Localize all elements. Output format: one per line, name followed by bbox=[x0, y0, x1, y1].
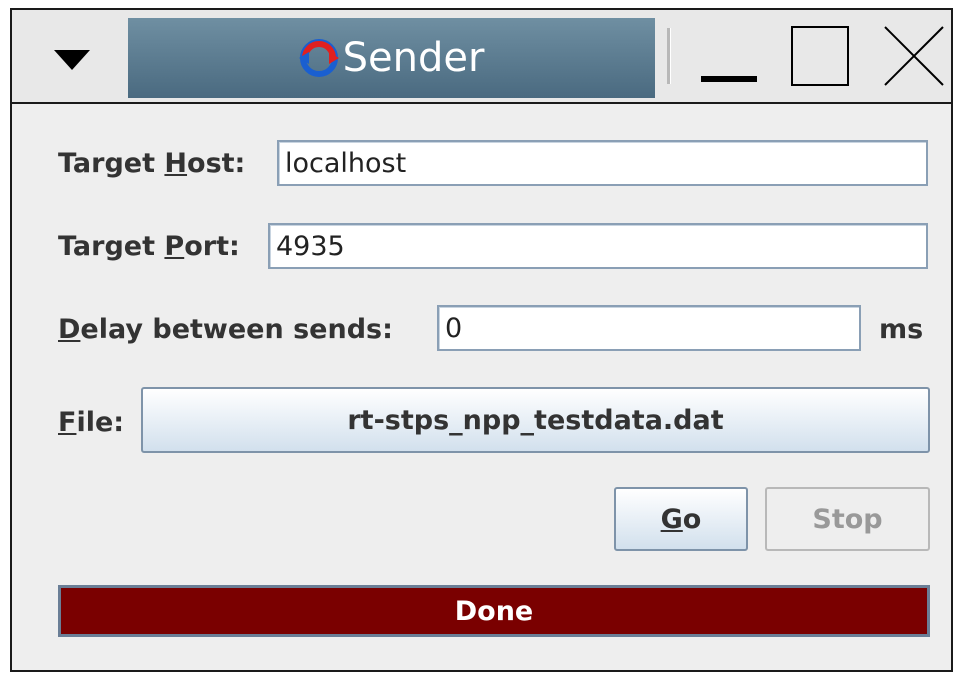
target-port-label: Target Port: bbox=[58, 231, 240, 262]
target-host-label-suffix: ost: bbox=[187, 148, 246, 179]
target-host-input[interactable]: localhost bbox=[277, 140, 928, 186]
sender-window: Sender Target Host: localhost Target Por… bbox=[10, 8, 953, 672]
stop-button[interactable]: Stop bbox=[765, 487, 930, 551]
progress-bar: Done bbox=[58, 585, 930, 637]
go-button-label-rest: o bbox=[682, 503, 702, 535]
target-host-label-mnemonic: H bbox=[164, 148, 188, 179]
delay-input[interactable]: 0 bbox=[437, 305, 861, 351]
go-button[interactable]: Go bbox=[614, 487, 748, 551]
maximize-icon[interactable] bbox=[788, 24, 852, 88]
target-host-label-prefix: Target bbox=[58, 148, 165, 179]
progress-status-text: Done bbox=[454, 595, 534, 627]
target-port-label-suffix: ort: bbox=[184, 231, 240, 262]
file-label-suffix: ile: bbox=[76, 407, 125, 438]
target-port-input[interactable]: 4935 bbox=[268, 223, 928, 269]
target-port-label-prefix: Target bbox=[58, 231, 165, 262]
delay-unit: ms bbox=[879, 314, 924, 345]
target-port-label-mnemonic: P bbox=[164, 231, 185, 262]
go-button-mnemonic: G bbox=[660, 503, 683, 535]
title-separator bbox=[667, 28, 671, 84]
window-title-tab[interactable]: Sender bbox=[128, 18, 655, 98]
close-icon[interactable] bbox=[881, 24, 945, 88]
minimize-icon[interactable] bbox=[697, 24, 761, 88]
delay-label: Delay between sends: bbox=[58, 314, 393, 345]
file-label-mnemonic: F bbox=[58, 407, 77, 438]
delay-label-suffix: elay between sends: bbox=[80, 314, 393, 345]
triangle-down-icon[interactable] bbox=[52, 48, 92, 74]
file-chooser-button[interactable]: rt-stps_npp_testdata.dat bbox=[141, 387, 930, 453]
title-bar[interactable]: Sender bbox=[12, 10, 951, 104]
delay-label-mnemonic: D bbox=[58, 314, 81, 345]
sender-arrows-icon bbox=[298, 38, 339, 78]
file-label: File: bbox=[58, 407, 124, 438]
window-title: Sender bbox=[342, 35, 485, 81]
target-host-label: Target Host: bbox=[58, 148, 245, 179]
